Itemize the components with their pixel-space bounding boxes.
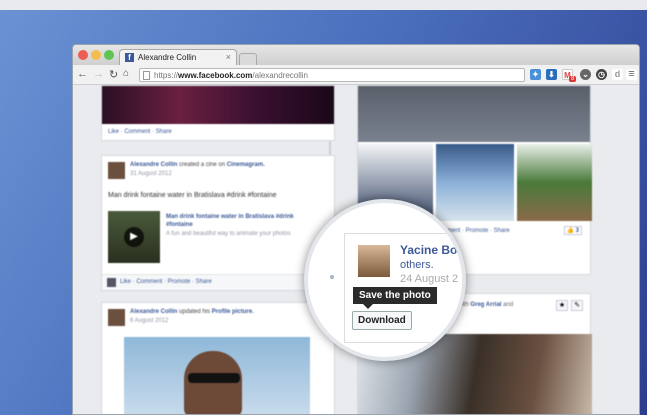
and-label: and (503, 302, 514, 308)
attachment-desc: A fun and beautiful way to animate your … (166, 231, 291, 237)
avatar[interactable] (108, 162, 125, 179)
friend-link[interactable]: Greg Arrial (470, 302, 501, 308)
photo-terrace[interactable] (517, 144, 592, 221)
save-photo-tooltip: Save the photo (353, 287, 437, 309)
post-card-1: Like · Comment · Share (101, 85, 335, 141)
facebook-icon: f (125, 53, 134, 62)
app-link[interactable]: Cinemagram. (227, 162, 265, 168)
pencil-icon[interactable]: ✎ (571, 300, 583, 311)
reload-icon[interactable]: ↻ (109, 68, 118, 81)
video-thumbnail[interactable]: ▶ (108, 211, 160, 263)
tab-alexandre-collin[interactable]: f Alexandre Collin × (119, 49, 237, 65)
clock-icon[interactable]: ◷ (596, 69, 607, 80)
post-header: Alexandre Collin updated his Profile pic… (130, 309, 254, 315)
post-footer: Like · Comment · Promote · Share (102, 274, 334, 290)
post-card-3: Alexandre Collin updated his Profile pic… (101, 302, 335, 414)
zoom-window-button[interactable] (104, 50, 114, 60)
close-tab-icon[interactable]: × (226, 52, 231, 62)
post-actions[interactable]: Like · Comment · Promote · Share (120, 279, 212, 285)
post-date: 6 August 2012 (130, 318, 169, 324)
timeline-dot (328, 273, 336, 281)
avatar[interactable] (108, 309, 125, 326)
download-extension-icon[interactable]: ⬇ (546, 69, 557, 80)
title-bar: f Alexandre Collin × (73, 45, 639, 65)
download-button[interactable]: Download (352, 311, 412, 330)
toolbar: ← → ↻ ⌂ https://www.facebook.com/alexand… (73, 65, 639, 85)
zoomed-name[interactable]: Yacine Bo. (400, 243, 461, 257)
post-image-dark[interactable] (102, 86, 334, 124)
profile-photo[interactable] (124, 337, 310, 414)
zoomed-others[interactable]: others. (400, 259, 434, 271)
tab-title: Alexandre Collin (138, 53, 197, 62)
sunglasses (188, 373, 240, 383)
star-icon[interactable]: ★ (556, 300, 568, 311)
post-action: created a cine on (179, 162, 226, 168)
url-domain: www.facebook.com (178, 71, 253, 80)
menu-icon[interactable]: ≡ (626, 69, 637, 80)
author-link[interactable]: Alexandre Collin (130, 162, 177, 168)
like-count-value: 3 (575, 228, 579, 234)
zoomed-avatar[interactable] (358, 245, 390, 277)
extension-icon-1[interactable]: ✦ (530, 69, 541, 80)
app-icon (107, 278, 116, 287)
like-count[interactable]: 👍 3 (563, 226, 582, 235)
page-icon (143, 71, 150, 80)
browser-window: f Alexandre Collin × ← → ↻ ⌂ https://www… (72, 44, 640, 415)
post-card-2: Alexandre Collin created a cine on Cinem… (101, 155, 335, 291)
back-arrow-icon[interactable]: ← (77, 68, 88, 80)
photo-top[interactable] (358, 86, 590, 142)
photo-interior[interactable] (436, 144, 514, 221)
new-tab-button[interactable] (239, 53, 257, 65)
attachment-title[interactable]: Man drink fontaine water in Bratislava #… (166, 213, 316, 229)
top-strip (0, 0, 647, 10)
address-bar[interactable]: https://www.facebook.com/alexandrecollin (139, 68, 525, 82)
magnifier-lens: Yacine Bo. others. 24 August 2 Save the … (304, 199, 466, 361)
person-head (184, 351, 242, 414)
pocket-icon[interactable]: ⌄ (580, 69, 591, 80)
play-icon[interactable]: ▶ (124, 227, 144, 247)
post-date: 31 August 2012 (130, 171, 172, 177)
url-path: /alexandrecollin (252, 71, 308, 80)
url-prefix: https:// (154, 71, 179, 80)
profile-picture-link[interactable]: Profile picture. (212, 309, 254, 315)
like-icon: 👍 (566, 228, 574, 234)
post-header: Alexandre Collin created a cine on Cinem… (130, 162, 265, 168)
post-actions[interactable]: Like · Comment · Share (102, 124, 334, 140)
close-window-button[interactable] (78, 50, 88, 60)
post-text: Man drink fontaine water in Bratislava #… (108, 192, 277, 199)
author-link[interactable]: Alexandre Collin (130, 309, 177, 315)
tagged-with: with Greg Arrial and (458, 302, 513, 308)
forward-arrow-icon[interactable]: → (93, 68, 104, 80)
extension-d-icon[interactable]: d (612, 69, 623, 80)
minimize-window-button[interactable] (91, 50, 101, 60)
zoomed-date: 24 August 2 (400, 273, 459, 285)
post-action: updated his (179, 309, 211, 315)
home-icon[interactable]: ⌂ (123, 68, 129, 79)
gmail-badge: 8 (569, 76, 577, 82)
